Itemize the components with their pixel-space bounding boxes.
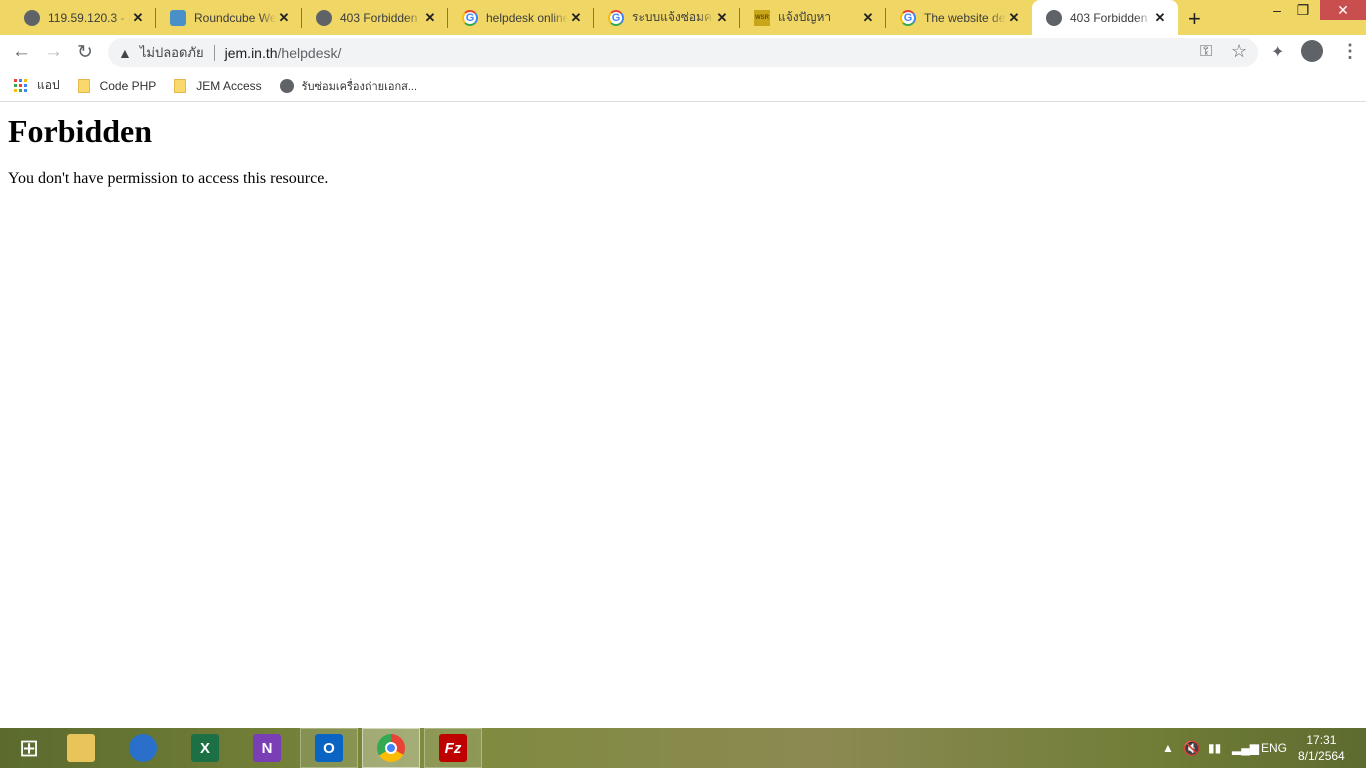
tab-title: ระบบแจ้งซ่อมคอม: [632, 10, 714, 24]
tab[interactable]: 403 Forbidden ✕: [1032, 0, 1178, 35]
network-icon[interactable]: ▂▄▆: [1232, 728, 1259, 768]
tab-title: Roundcube We: [194, 10, 276, 25]
bookmark-apps[interactable]: แอป: [14, 76, 60, 95]
warning-icon[interactable]: ▲: [118, 45, 132, 61]
taskbar-outlook[interactable]: O: [300, 728, 358, 768]
folder-icon: [67, 734, 95, 762]
tab[interactable]: Ghelpdesk online ✕: [448, 0, 594, 35]
forward-icon[interactable]: →: [44, 41, 63, 63]
close-tab-icon[interactable]: ✕: [422, 10, 438, 26]
globe-icon: [24, 9, 40, 26]
folder-icon: [174, 78, 187, 93]
new-tab-button[interactable]: +: [1188, 6, 1201, 32]
tab[interactable]: G ระบบแจ้งซ่อมคอม✕: [594, 0, 740, 35]
close-tab-icon[interactable]: ✕: [860, 10, 876, 26]
tab[interactable]: Roundcube We ✕: [156, 0, 302, 35]
bookmark-jem-access[interactable]: JEM Access: [174, 78, 262, 93]
outlook-icon: O: [315, 734, 343, 762]
close-tab-icon[interactable]: ✕: [568, 10, 584, 26]
start-button[interactable]: ⊞: [0, 728, 58, 768]
battery-icon[interactable]: ▮▮: [1208, 728, 1221, 768]
page-content: Forbidden You don't have permission to a…: [8, 102, 328, 188]
globe-icon: [279, 78, 294, 93]
folder-icon: [77, 78, 90, 93]
chrome-icon: [377, 734, 405, 762]
windows-icon: ⊞: [18, 734, 40, 762]
bookmark-code-php[interactable]: Code PHP: [77, 78, 157, 93]
close-window-button[interactable]: ✕: [1320, 0, 1366, 20]
onenote-icon: N: [253, 734, 281, 762]
back-icon[interactable]: ←: [12, 41, 31, 63]
tab[interactable]: 403 Forbidden ✕: [302, 0, 448, 35]
divider: [213, 44, 215, 61]
tab-title: 403 Forbidden: [340, 10, 418, 25]
close-tab-icon[interactable]: ✕: [1152, 10, 1168, 26]
roundcube-icon: [170, 9, 186, 26]
url-path[interactable]: /helpdesk/: [278, 45, 342, 61]
google-icon: G: [900, 9, 916, 26]
excel-icon: X: [191, 734, 219, 762]
url-host[interactable]: jem.in.th: [225, 45, 278, 61]
taskbar-file-explorer[interactable]: [52, 728, 110, 768]
globe-icon: [316, 9, 332, 26]
thunderbird-icon: [129, 734, 157, 762]
filezilla-icon: Fz: [439, 734, 467, 762]
star-icon[interactable]: ☆: [1231, 41, 1247, 62]
wsr-icon: WSR: [754, 9, 770, 26]
tab-title: แจ้งปัญหา: [778, 10, 832, 24]
clock[interactable]: 17:31 8/1/2564: [1298, 728, 1345, 768]
google-icon: G: [462, 9, 478, 26]
tab[interactable]: G The website de ✕: [886, 0, 1032, 35]
profile-icon[interactable]: [1301, 40, 1323, 62]
close-tab-icon[interactable]: ✕: [714, 10, 730, 26]
bookmark-label: JEM Access: [196, 78, 262, 93]
apps-icon: [14, 79, 27, 92]
show-hidden-icons[interactable]: ▲: [1162, 728, 1174, 768]
tab-title: helpdesk online: [486, 10, 568, 25]
close-tab-icon[interactable]: ✕: [1006, 10, 1022, 26]
tab[interactable]: 119.59.120.3 - I ✕: [10, 0, 156, 35]
tab[interactable]: WSR แจ้งปัญหา ✕: [740, 0, 886, 35]
clock-date: 8/1/2564: [1298, 749, 1345, 763]
taskbar-excel[interactable]: X: [176, 728, 234, 768]
close-tab-icon[interactable]: ✕: [130, 10, 146, 26]
key-icon[interactable]: ⚿: [1200, 43, 1212, 61]
bookmark-copier-repair[interactable]: รับซ่อมเครื่องถ่ายเอกส...: [279, 77, 418, 95]
language-indicator[interactable]: ENG: [1261, 728, 1287, 768]
menu-icon[interactable]: ⋮: [1341, 41, 1359, 62]
page-heading: Forbidden: [8, 113, 153, 149]
clock-time: 17:31: [1306, 733, 1337, 747]
reload-icon[interactable]: ↻: [77, 41, 93, 64]
tab-title: 403 Forbidden: [1070, 10, 1148, 25]
volume-muted-icon[interactable]: 🔇: [1183, 728, 1200, 768]
security-label[interactable]: ไม่ปลอดภัย: [140, 42, 204, 63]
bookmarks-bar: แอป Code PHP JEM Access รับซ่อมเครื่องถ่…: [0, 70, 1366, 102]
extensions-icon[interactable]: ✦: [1271, 42, 1284, 62]
taskbar-filezilla[interactable]: Fz: [424, 728, 482, 768]
taskbar-chrome[interactable]: [362, 728, 420, 768]
tab-title: 119.59.120.3 - I: [48, 10, 130, 25]
globe-icon: [1046, 9, 1062, 26]
bookmark-label: แอป: [37, 78, 60, 92]
tab-title: The website de: [924, 10, 1006, 25]
google-icon: G: [608, 9, 624, 26]
bookmark-label: รับซ่อมเครื่องถ่ายเอกส...: [301, 80, 418, 93]
bookmark-label: Code PHP: [99, 78, 157, 93]
taskbar-onenote[interactable]: N: [238, 728, 296, 768]
tab-strip: 119.59.120.3 - I ✕ Roundcube We ✕ 403 Forbid…: [0, 0, 1366, 35]
address-bar[interactable]: ▲ ไม่ปลอดภัย jem.in.th/helpdesk/: [108, 38, 1258, 67]
page-message: You don't have permission to access this…: [8, 170, 329, 187]
close-tab-icon[interactable]: ✕: [276, 10, 292, 26]
taskbar: ⊞ X N O Fz ▲ 🔇 ▮▮ ▂▄▆ ENG 17:31 8/1/2564: [0, 728, 1366, 768]
toolbar: ← → ↻ ▲ ไม่ปลอดภัย jem.in.th/helpdesk/ ⚿…: [0, 35, 1366, 70]
taskbar-thunderbird[interactable]: [114, 728, 172, 768]
